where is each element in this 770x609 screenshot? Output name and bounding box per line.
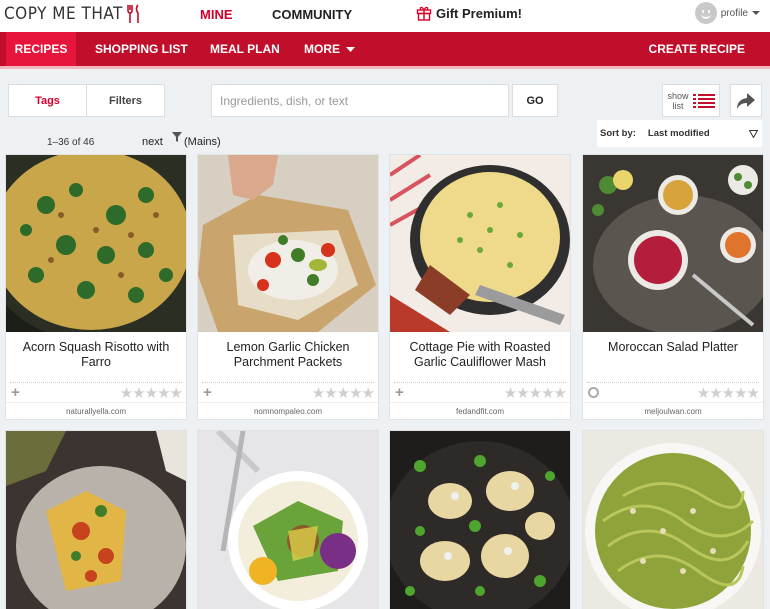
rating-stars[interactable]: ★★★★★ (120, 384, 183, 402)
recipe-photo[interactable] (390, 155, 570, 332)
share-arrow-icon (737, 92, 755, 109)
recipe-photo[interactable] (390, 431, 570, 609)
recipe-card[interactable] (5, 430, 187, 609)
recipe-card[interactable] (582, 430, 764, 609)
nav-community[interactable]: COMMUNITY (272, 7, 352, 22)
recipe-title[interactable]: Acorn Squash Risotto with Farro (6, 332, 186, 382)
triangle-down-icon (749, 129, 758, 138)
recipe-card[interactable] (197, 430, 379, 609)
gift-premium-link[interactable]: Gift Premium! (416, 5, 522, 21)
funnel-icon (172, 132, 182, 142)
sort-label: Sort by: (600, 128, 636, 139)
show-list-button[interactable]: show list (662, 84, 720, 117)
add-icon[interactable]: + (11, 385, 20, 400)
recipe-card[interactable]: Lemon Garlic Chicken Parchment Packets +… (197, 154, 379, 420)
top-bar: COPY ME THAT MINE COMMUNITY Gift Premium… (0, 0, 770, 32)
recipe-actions: + ★★★★★ (10, 382, 183, 402)
recipe-title[interactable]: Lemon Garlic Chicken Parchment Packets (198, 332, 378, 382)
circle-icon[interactable] (588, 387, 599, 398)
create-recipe-button[interactable]: CREATE RECIPE (649, 32, 745, 66)
rating-stars[interactable]: ★★★★★ (697, 384, 760, 402)
nav-shopping-list[interactable]: SHOPPING LIST (95, 32, 188, 66)
active-filter-label: (Mains) (184, 136, 221, 148)
rating-stars[interactable]: ★★★★★ (312, 384, 375, 402)
sort-select[interactable]: Sort by: Last modified (597, 120, 762, 147)
recipe-card[interactable]: Moroccan Salad Platter ★★★★★ meljoulwan.… (582, 154, 764, 420)
recipe-card[interactable]: Acorn Squash Risotto with Farro + ★★★★★ … (5, 154, 187, 420)
nav-more-label: MORE (304, 42, 340, 56)
rating-stars[interactable]: ★★★★★ (504, 384, 567, 402)
filters-button[interactable]: Filters (87, 85, 164, 116)
recipe-photo[interactable] (198, 431, 378, 609)
gift-premium-label: Gift Premium! (436, 5, 522, 21)
nav-recipes[interactable]: RECIPES (6, 32, 76, 66)
tags-button[interactable]: Tags (9, 85, 87, 116)
recipe-title[interactable]: Cottage Pie with Roasted Garlic Cauliflo… (390, 332, 570, 382)
share-button[interactable] (730, 84, 762, 117)
caret-down-icon (346, 47, 356, 52)
active-filter[interactable]: (Mains) (172, 132, 221, 148)
recipe-card[interactable] (389, 430, 571, 609)
add-icon[interactable]: + (395, 385, 404, 400)
gift-icon (416, 6, 432, 21)
sort-value: Last modified (647, 128, 710, 139)
app-logo-text: COPY ME THAT (4, 4, 123, 24)
recipe-source[interactable]: nomnompaleo.com (198, 402, 378, 419)
tags-filters-toggle: Tags Filters (8, 84, 165, 117)
recipe-photo[interactable] (6, 431, 186, 609)
nav-mine[interactable]: MINE (200, 7, 233, 22)
nav-more[interactable]: MORE (304, 32, 356, 66)
chevron-down-icon (752, 11, 760, 15)
profile-label: profile (720, 7, 748, 19)
utensils-icon (127, 4, 139, 23)
profile-menu[interactable]: profile (694, 2, 760, 24)
recipe-title[interactable]: Moroccan Salad Platter (583, 332, 763, 382)
recipe-source[interactable]: naturallyella.com (6, 402, 186, 419)
recipe-source[interactable]: fedandfit.com (390, 402, 570, 419)
recipe-photo[interactable] (198, 155, 378, 332)
add-icon[interactable]: + (203, 385, 212, 400)
recipe-card[interactable]: Cottage Pie with Roasted Garlic Cauliflo… (389, 154, 571, 420)
next-page-link[interactable]: next (142, 136, 163, 148)
recipe-photo[interactable] (6, 155, 186, 332)
recipe-photo[interactable] (583, 431, 763, 609)
recipe-actions: + ★★★★★ (394, 382, 567, 402)
results-range: 1–36 of 46 (47, 137, 95, 148)
recipe-source[interactable]: meljoulwan.com (583, 402, 763, 419)
avatar (694, 2, 717, 24)
recipe-photo[interactable] (583, 155, 763, 332)
list-icon (693, 93, 715, 108)
show-list-label: show list (667, 90, 689, 111)
nav-meal-plan[interactable]: MEAL PLAN (210, 32, 280, 66)
search-input[interactable] (211, 84, 509, 117)
main-nav: RECIPES SHOPPING LIST MEAL PLAN MORE CRE… (0, 32, 770, 69)
recipe-actions: ★★★★★ (587, 382, 760, 402)
go-button[interactable]: GO (512, 84, 558, 117)
recipe-actions: + ★★★★★ (202, 382, 375, 402)
app-logo[interactable]: COPY ME THAT (4, 4, 142, 24)
